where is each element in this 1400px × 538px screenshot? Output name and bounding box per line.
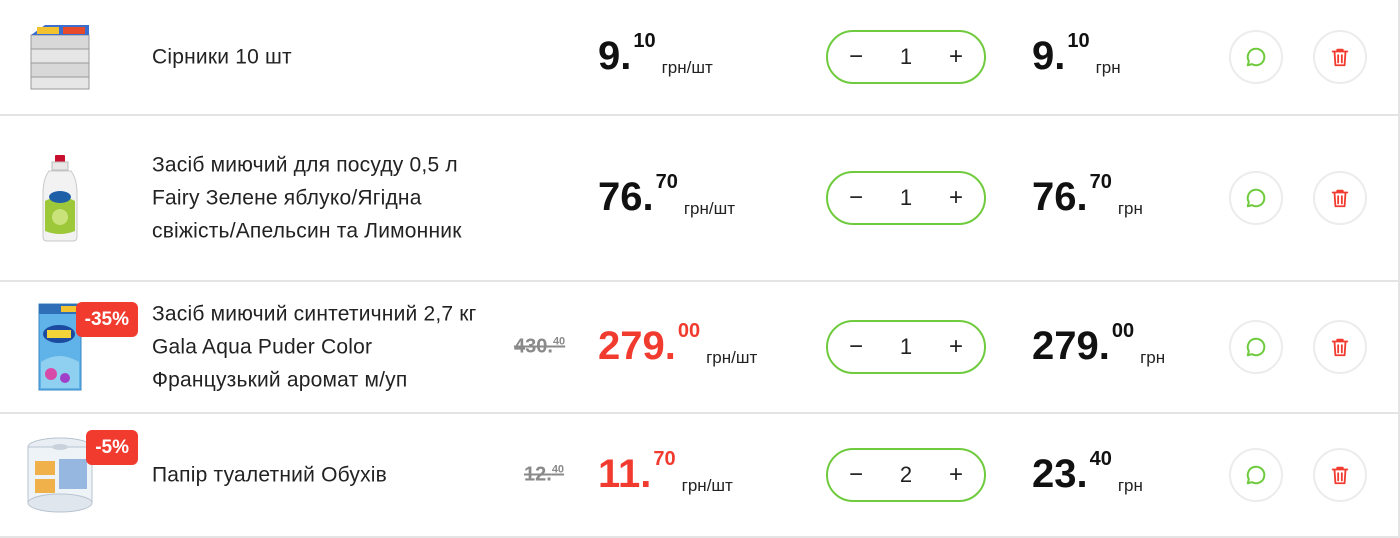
unit-price: 76. 70 грн/шт (598, 171, 736, 219)
trash-icon (1331, 338, 1349, 357)
chat-bubble-icon (1246, 337, 1266, 357)
cart-list: Сірники 10 шт 9. 10 грн/шт − 1 + 9. 10 г… (0, 0, 1400, 538)
discount-badge: -5% (86, 430, 138, 465)
product-name[interactable]: Засіб миючий для посуду 0,5 л Fairy Зеле… (152, 149, 482, 248)
delete-button[interactable] (1313, 171, 1367, 225)
price-integer: 279. (598, 324, 676, 368)
price-integer: 9. (598, 34, 632, 78)
total-unit: грн (1117, 199, 1143, 218)
price-cents: 70 (655, 171, 678, 193)
price-cents: 10 (633, 30, 656, 52)
unit-price: 11. 70 грн/шт (598, 448, 733, 496)
price-integer: 76. (598, 175, 654, 219)
old-price-integer: 12. (524, 463, 552, 486)
trash-icon (1331, 466, 1349, 485)
total-cents: 00 (1111, 320, 1135, 342)
price-unit: грн/шт (681, 476, 733, 495)
price-cents: 70 (653, 448, 676, 470)
cart-item: -5% Папір туалетний Обухів 12.40 11. 70 … (0, 414, 1398, 538)
total-integer: 23. (1032, 452, 1088, 496)
chat-bubble-icon (1246, 188, 1266, 208)
quantity-value: 1 (899, 334, 913, 359)
price-integer: 11. (598, 452, 652, 496)
decrease-quantity-button[interactable]: − (846, 463, 866, 487)
line-total: 76. 70 грн (1032, 171, 1143, 219)
quantity-value: 2 (899, 462, 913, 487)
decrease-quantity-button[interactable]: − (846, 335, 866, 359)
comment-button[interactable] (1229, 30, 1283, 84)
delete-button[interactable] (1313, 30, 1367, 84)
comment-button[interactable] (1229, 171, 1283, 225)
price-cents: 00 (677, 320, 701, 342)
total-cents: 40 (1089, 448, 1112, 470)
quantity-value: 1 (899, 44, 913, 69)
total-cents: 10 (1067, 30, 1090, 52)
product-name[interactable]: Папір туалетний Обухів (152, 459, 482, 492)
discount-badge: -35% (75, 302, 138, 337)
decrease-quantity-button[interactable]: − (846, 45, 866, 69)
old-price-cents: 40 (551, 463, 565, 476)
old-price: 430.40 (514, 336, 565, 359)
total-unit: грн (1140, 348, 1166, 367)
cart-item: -35% Засіб миючий синтетичний 2,7 кг Gal… (0, 282, 1398, 414)
cart-item: Засіб миючий для посуду 0,5 л Fairy Зеле… (0, 116, 1398, 282)
increase-quantity-button[interactable]: + (946, 186, 966, 210)
increase-quantity-button[interactable]: + (946, 463, 966, 487)
chat-bubble-icon (1246, 465, 1266, 485)
old-price-cents: 40 (552, 335, 566, 348)
total-unit: грн (1095, 58, 1121, 77)
quantity-stepper: − 1 + (826, 171, 986, 225)
cart-item: Сірники 10 шт 9. 10 грн/шт − 1 + 9. 10 г… (0, 0, 1398, 116)
total-unit: грн (1117, 476, 1143, 495)
trash-icon (1331, 48, 1349, 67)
product-name[interactable]: Засіб миючий синтетичний 2,7 кг Gala Aqu… (152, 298, 482, 397)
increase-quantity-button[interactable]: + (946, 335, 966, 359)
quantity-value: 1 (899, 185, 913, 210)
price-unit: грн/шт (683, 199, 736, 218)
delete-button[interactable] (1313, 320, 1367, 374)
product-name[interactable]: Сірники 10 шт (152, 41, 482, 74)
product-image-gala[interactable]: -35% (20, 302, 138, 392)
product-image-fairy[interactable] (20, 153, 100, 243)
decrease-quantity-button[interactable]: − (846, 186, 866, 210)
line-total: 279. 00 грн (1032, 320, 1166, 368)
price-unit: грн/шт (706, 348, 758, 367)
product-image-toilet-paper[interactable]: -5% (20, 430, 138, 520)
comment-button[interactable] (1229, 320, 1283, 374)
quantity-stepper: − 2 + (826, 448, 986, 502)
total-cents: 70 (1089, 171, 1112, 193)
trash-icon (1331, 189, 1349, 208)
line-total: 23. 40 грн (1032, 448, 1143, 496)
comment-button[interactable] (1229, 448, 1283, 502)
old-price-integer: 430. (514, 335, 553, 358)
old-price: 12.40 (524, 464, 564, 487)
price-unit: грн/шт (661, 58, 713, 77)
quantity-stepper: − 1 + (826, 320, 986, 374)
unit-price: 279. 00 грн/шт (598, 320, 758, 368)
unit-price: 9. 10 грн/шт (598, 30, 713, 78)
total-integer: 76. (1032, 175, 1088, 219)
total-integer: 9. (1032, 34, 1066, 78)
quantity-stepper: − 1 + (826, 30, 986, 84)
product-image-matches[interactable] (20, 12, 100, 102)
chat-bubble-icon (1246, 47, 1266, 67)
line-total: 9. 10 грн (1032, 30, 1121, 78)
total-integer: 279. (1032, 324, 1110, 368)
increase-quantity-button[interactable]: + (946, 45, 966, 69)
delete-button[interactable] (1313, 448, 1367, 502)
